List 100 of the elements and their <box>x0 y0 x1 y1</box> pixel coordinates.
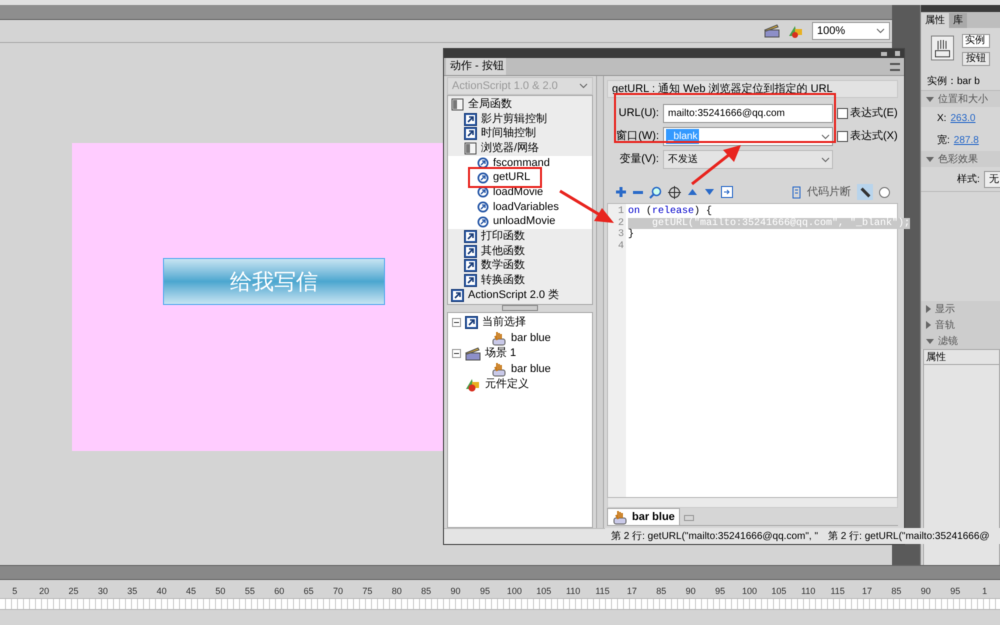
panel-menu-icon[interactable] <box>890 63 900 71</box>
frame-number: 45 <box>185 584 198 598</box>
tree-item[interactable]: 其他函数 <box>481 246 525 257</box>
button-symbol-icon <box>491 330 507 346</box>
line-number: 2 <box>618 218 624 229</box>
field-label: X: <box>937 112 946 126</box>
collapse-triangle-icon[interactable] <box>926 96 934 102</box>
tree-item[interactable]: 元件定义 <box>485 379 529 390</box>
arrow-square-icon <box>464 112 477 126</box>
button-symbol-icon <box>491 362 507 377</box>
frame-number: 50 <box>214 584 226 598</box>
insert-target-icon[interactable] <box>721 186 733 198</box>
frame-number: 75 <box>361 584 374 598</box>
clapboard-icon <box>465 346 481 361</box>
frame-number: 60 <box>273 584 286 598</box>
arrow-square-icon <box>465 316 478 330</box>
chevron-down-icon <box>821 156 830 162</box>
select-field[interactable]: 不发送 <box>663 150 833 169</box>
tree-item[interactable]: 转换函数 <box>481 275 525 286</box>
frame-number: 115 <box>829 584 846 598</box>
frame-number: 90 <box>684 584 697 598</box>
frame-number: 95 <box>949 584 962 598</box>
chevron-down-icon <box>579 83 588 89</box>
frame-number: 95 <box>714 584 726 598</box>
style-dropdown[interactable]: 无 <box>984 170 1000 188</box>
type-dropdown[interactable]: 按钮 <box>962 52 990 66</box>
remove-icon[interactable] <box>633 190 643 194</box>
panel-tab[interactable]: 动作 - 按钮 <box>446 58 506 75</box>
frame-number: 100 <box>740 584 758 598</box>
status-text: 第 2 行: getURL("mailto:35241666@qq.com", " <box>611 530 818 544</box>
shapes-icon <box>465 377 481 392</box>
magic-wand-icon[interactable] <box>857 184 873 200</box>
arrow-square-icon <box>451 288 464 302</box>
move-down-icon[interactable] <box>704 188 715 196</box>
checkbox[interactable] <box>837 108 848 119</box>
checkbox[interactable] <box>837 131 848 142</box>
tree-item[interactable]: 全局函数 <box>468 98 512 110</box>
arrow-square-icon <box>464 127 477 140</box>
frame-number: 70 <box>332 584 344 598</box>
panel-tab[interactable]: 库 <box>949 13 967 28</box>
clapboard-icon[interactable] <box>764 24 782 38</box>
chevron-down-icon <box>876 28 885 34</box>
tree-item[interactable]: 时间轴控制 <box>481 128 536 140</box>
input-field[interactable]: mailto:35241666@qq.com <box>663 104 833 123</box>
script-tab[interactable]: bar blue <box>607 508 680 525</box>
field-label: URL(U): <box>618 106 659 122</box>
splitter-bar[interactable] <box>596 76 604 528</box>
splitter-handle[interactable] <box>502 305 538 312</box>
collapse-triangle-icon[interactable] <box>926 156 934 162</box>
zoom-dropdown[interactable]: 100% <box>812 22 890 40</box>
field-value[interactable]: 263.0 <box>950 110 976 126</box>
field-label: 窗口(W): <box>615 128 659 144</box>
hand-cursor-icon <box>931 34 954 62</box>
frame-number: 105 <box>770 584 788 598</box>
collapse-icon[interactable] <box>452 318 461 328</box>
tree-item[interactable]: bar blue <box>511 332 551 344</box>
frame-number: 55 <box>244 584 256 598</box>
line-number: 3 <box>618 229 624 240</box>
panel-tab[interactable]: 属性 <box>921 13 949 28</box>
filter-list-header: 属性 <box>923 349 1000 365</box>
tree-item[interactable]: bar blue <box>511 364 551 375</box>
frame-number: 85 <box>655 584 668 598</box>
tree-item[interactable]: 浏览器/网络 <box>481 142 540 154</box>
tree-item[interactable]: 打印函数 <box>481 231 525 242</box>
frame-number: 85 <box>420 584 432 598</box>
move-up-icon[interactable] <box>687 188 698 196</box>
instance-name-field[interactable]: 实例 <box>962 34 990 48</box>
field-label: 宽: <box>937 134 950 148</box>
frame-number: 30 <box>96 584 109 598</box>
tree-item[interactable]: 数学函数 <box>481 260 525 272</box>
tree-item[interactable]: 影片剪辑控制 <box>481 114 547 125</box>
collapse-triangle-icon[interactable] <box>926 338 934 344</box>
frame-number: 25 <box>67 584 80 598</box>
line-number: 1 <box>618 206 624 218</box>
book-icon <box>451 98 464 111</box>
line-number: 4 <box>618 240 624 252</box>
frame-number: 17 <box>861 584 874 598</box>
tree-item[interactable]: 场景 1 <box>485 348 516 360</box>
checkbox-label: 表达式(X) <box>850 129 898 144</box>
code-snippets-button[interactable]: 代码片断 <box>807 184 851 200</box>
collapse-icon[interactable] <box>452 349 461 358</box>
frame-number: 40 <box>156 584 168 598</box>
frame-number: 115 <box>594 584 611 598</box>
tree-item[interactable]: getURL <box>493 172 530 184</box>
add-icon[interactable] <box>615 186 627 198</box>
horizontal-scrollbar[interactable] <box>607 498 898 508</box>
frame-number: 95 <box>478 584 491 598</box>
pin-icon[interactable] <box>684 515 694 521</box>
chevron-down-icon <box>821 134 830 140</box>
frame-number: 20 <box>38 584 50 598</box>
frame-number: 105 <box>535 584 552 598</box>
search-icon[interactable] <box>649 186 662 198</box>
tree-item[interactable]: 当前选择 <box>482 317 526 328</box>
frame-number: 90 <box>920 584 932 598</box>
tree-item[interactable]: ActionScript 2.0 类 <box>468 290 560 301</box>
target-icon[interactable] <box>668 186 681 198</box>
status-text: 第 2 行: getURL("mailto:35241666@ <box>828 530 990 544</box>
field-label: 样式: <box>957 172 980 186</box>
field-value[interactable]: 287.8 <box>954 132 979 148</box>
snippet-icon <box>791 186 801 198</box>
